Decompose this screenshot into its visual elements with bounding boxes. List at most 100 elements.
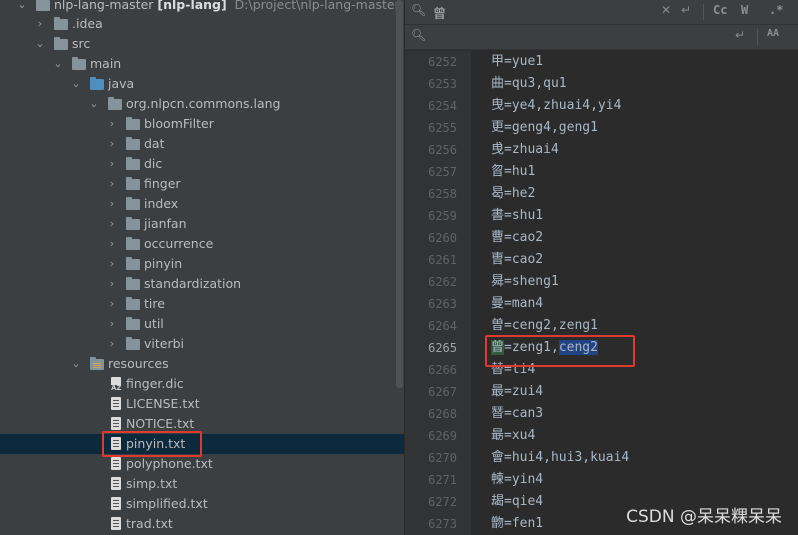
tree-item-notice[interactable]: NOTICE.txt [0, 414, 404, 434]
text-file-icon [111, 437, 121, 450]
tree-item-idea[interactable]: › .idea [0, 14, 404, 34]
code-line[interactable]: 曳=ye4,zhuai4,yi4 [491, 95, 621, 117]
code-line[interactable]: 曼=man4 [491, 293, 543, 315]
new-line-icon[interactable]: ↵ [735, 28, 745, 42]
line-number: 6262 [428, 275, 457, 289]
code-line[interactable]: 甲=yue1 [491, 51, 543, 73]
code-line[interactable]: 朂=xu4 [491, 425, 535, 447]
tree-item-dic[interactable]: › dic [0, 154, 404, 174]
package-icon [126, 297, 140, 310]
tree-root-row[interactable]: ⌄ nlp-lang-master [nlp-lang] D:\project\… [0, 0, 404, 15]
tree-item-resources[interactable]: ⌄ resources [0, 354, 404, 374]
code-line[interactable]: 曷=he2 [491, 183, 535, 205]
code-line[interactable]: 曺=cao2 [491, 249, 543, 271]
tree-item-label: src [72, 36, 91, 51]
preserve-case-button[interactable]: AA [767, 28, 779, 39]
package-icon [126, 317, 140, 330]
tree-item-label: pinyin [144, 256, 183, 271]
tree-item-dat[interactable]: › dat [0, 134, 404, 154]
code-line[interactable]: 曵=zhuai4 [491, 139, 559, 161]
chevron-right-icon[interactable]: › [106, 314, 118, 334]
code-line[interactable]: 曾=zeng1,ceng2 [491, 337, 598, 359]
line-number: 6258 [428, 187, 457, 201]
code-line[interactable]: 朄=yin4 [491, 469, 543, 491]
tree-item-trad[interactable]: trad.txt [0, 514, 404, 534]
chevron-down-icon[interactable]: ⌄ [16, 0, 28, 15]
tree-item-java[interactable]: ⌄ java [0, 74, 404, 94]
line-number: 6260 [428, 231, 457, 245]
code-line[interactable]: 曶=hu1 [491, 161, 535, 183]
chevron-down-icon[interactable]: ⌄ [34, 34, 46, 54]
code-line[interactable]: 書=shu1 [491, 205, 543, 227]
tree-item-tire[interactable]: › tire [0, 294, 404, 314]
tree-item-main[interactable]: ⌄ main [0, 54, 404, 74]
package-icon [126, 157, 140, 170]
search-input[interactable]: 曾 [433, 3, 446, 22]
code-line[interactable]: 朆=fen1 [491, 513, 543, 535]
tree-item-finger-dic[interactable]: AZ finger.dic [0, 374, 404, 394]
code-line[interactable]: 最=zui4 [491, 381, 543, 403]
chevron-right-icon[interactable]: › [106, 274, 118, 294]
chevron-right-icon[interactable]: › [106, 214, 118, 234]
tree-item-label: occurrence [144, 236, 214, 251]
tree-item-viterbi[interactable]: › viterbi [0, 334, 404, 354]
tree-item-util[interactable]: › util [0, 314, 404, 334]
code-line[interactable]: 替=ti4 [491, 359, 535, 381]
chevron-right-icon[interactable]: › [106, 114, 118, 134]
tree-item-pinyin-txt[interactable]: pinyin.txt [0, 434, 404, 454]
replace-search-icon[interactable]: 🔍︎ [411, 28, 426, 42]
tree-item-label: bloomFilter [144, 116, 214, 131]
tree-item-occurrence[interactable]: › occurrence [0, 234, 404, 254]
tree-item-label: polyphone.txt [126, 456, 213, 471]
tree-item-src[interactable]: ⌄ src [0, 34, 404, 54]
tree-item-license[interactable]: LICENSE.txt [0, 394, 404, 414]
code-line[interactable]: 朁=can3 [491, 403, 543, 425]
tree-item-label: NOTICE.txt [126, 416, 195, 431]
code-line[interactable]: 曹=cao2 [491, 227, 543, 249]
tree-item-finger[interactable]: › finger [0, 174, 404, 194]
chevron-down-icon[interactable]: ⌄ [52, 54, 64, 74]
chevron-right-icon[interactable]: › [34, 14, 46, 34]
chevron-down-icon[interactable]: ⌄ [70, 354, 82, 374]
chevron-right-icon[interactable]: › [106, 194, 118, 214]
tree-item-bloomfilter[interactable]: › bloomFilter [0, 114, 404, 134]
tree-item-polyphone[interactable]: polyphone.txt [0, 454, 404, 474]
line-number: 6252 [428, 55, 457, 69]
new-line-icon[interactable]: ↵ [681, 3, 691, 17]
chevron-right-icon[interactable]: › [106, 234, 118, 254]
chevron-right-icon[interactable]: › [106, 154, 118, 174]
chevron-right-icon[interactable]: › [106, 134, 118, 154]
editor-panel: 🔍︎ 曾 ✕ ↵ Cc W .* 🔍︎ ↵ AA 6252 6253 6254 625… [405, 0, 798, 535]
code-line[interactable]: 會=hui4,hui3,kuai4 [491, 447, 629, 469]
code-line[interactable]: 更=geng4,geng1 [491, 117, 598, 139]
chevron-down-icon[interactable]: ⌄ [88, 94, 100, 114]
chevron-down-icon[interactable]: ⌄ [70, 74, 82, 94]
search-icon[interactable]: 🔍︎ [411, 3, 426, 17]
code-line[interactable]: 曲=qu3,qu1 [491, 73, 567, 95]
tree-item-index[interactable]: › index [0, 194, 404, 214]
tree-item-simp[interactable]: simp.txt [0, 474, 404, 494]
tree-item-label: simplified.txt [126, 496, 208, 511]
code-line[interactable]: 朅=qie4 [491, 491, 543, 513]
chevron-right-icon[interactable]: › [106, 334, 118, 354]
tree-scrollbar[interactable] [396, 0, 403, 388]
tree-item-standardization[interactable]: › standardization [0, 274, 404, 294]
whole-words-button[interactable]: W [741, 3, 748, 17]
tree-item-jianfan[interactable]: › jianfan [0, 214, 404, 234]
code-area[interactable]: 甲=yue1 曲=qu3,qu1 曳=ye4,zhuai4,yi4 更=geng4,g… [471, 51, 798, 535]
tree-item-simplified[interactable]: simplified.txt [0, 494, 404, 514]
chevron-right-icon[interactable]: › [106, 254, 118, 274]
code-line[interactable]: 曻=sheng1 [491, 271, 559, 293]
match-case-button[interactable]: Cc [713, 3, 727, 17]
tree-item-package[interactable]: ⌄ org.nlpcn.commons.lang [0, 94, 404, 114]
regex-button[interactable]: .* [769, 3, 783, 17]
chevron-right-icon[interactable]: › [106, 174, 118, 194]
chevron-right-icon[interactable]: › [106, 294, 118, 314]
folder-icon [36, 0, 50, 11]
tree-item-pinyin-pkg[interactable]: › pinyin [0, 254, 404, 274]
text-file-icon [111, 417, 121, 430]
tree-item-label: simp.txt [126, 476, 178, 491]
code-text: =zeng1, [504, 340, 559, 355]
code-line[interactable]: 曽=ceng2,zeng1 [491, 315, 598, 337]
clear-icon[interactable]: ✕ [661, 3, 671, 17]
